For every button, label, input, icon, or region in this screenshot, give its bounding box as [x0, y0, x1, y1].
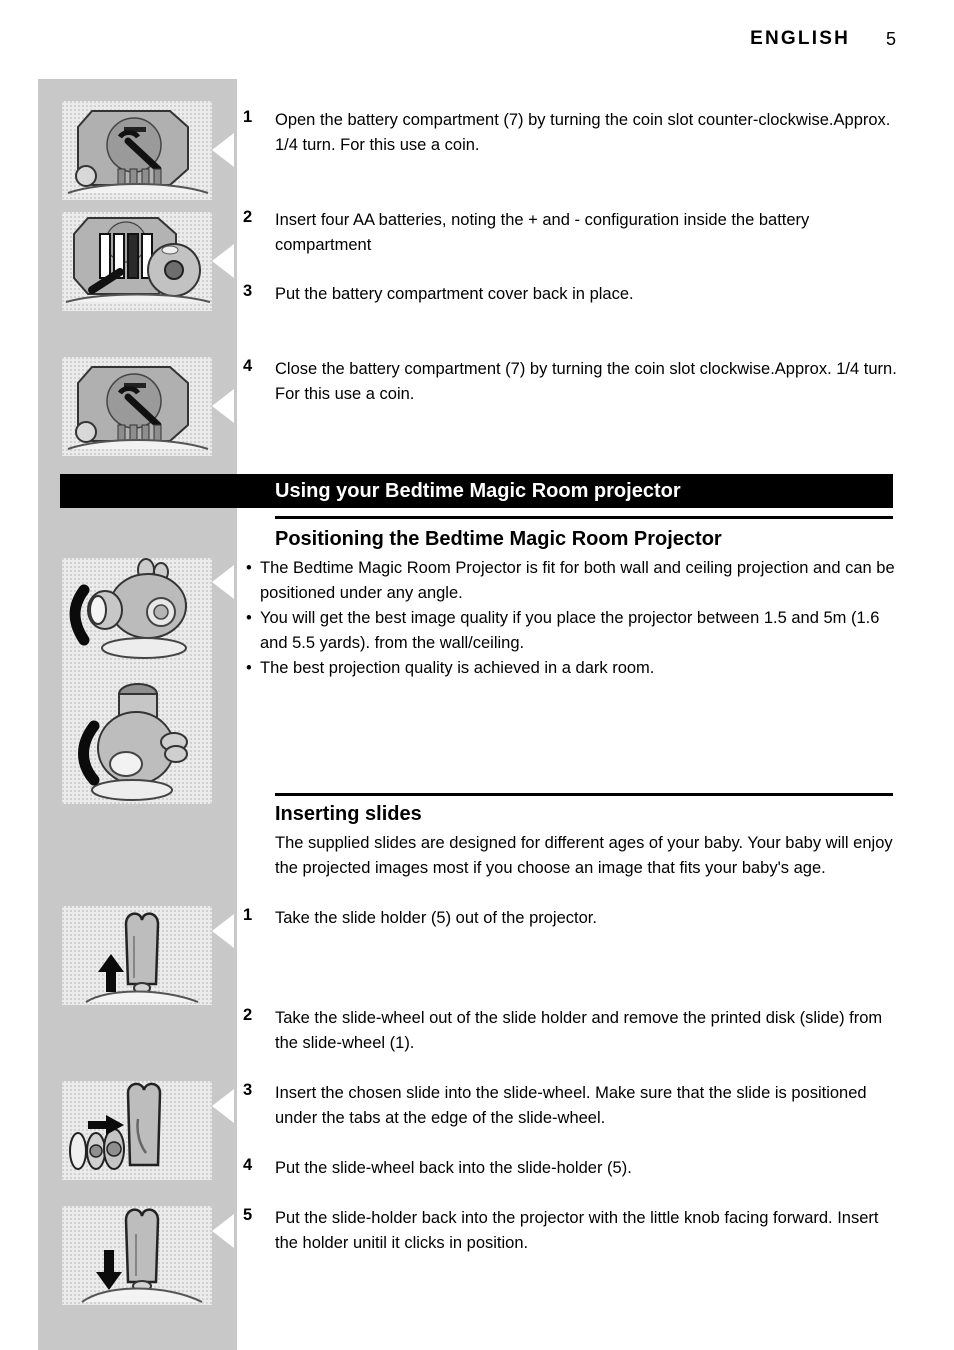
figure-artwork [62, 212, 212, 311]
step-text: Take the slide-wheel out of the slide ho… [275, 1009, 883, 1052]
slide-step-3: 3 Insert the chosen slide into the slide… [243, 1081, 898, 1131]
page-header: ENGLISH 5 [0, 28, 954, 58]
battery-compartment-close-illustration [62, 357, 212, 456]
slide-step-2: 2 Take the slide-wheel out of the slide … [243, 1006, 898, 1056]
step-number: 1 [243, 906, 253, 924]
figure-artwork [62, 1081, 212, 1180]
list-item: • The Bedtime Magic Room Projector is fi… [246, 556, 898, 606]
list-item-text: The Bedtime Magic Room Projector is fit … [260, 559, 895, 602]
step-text: Take the slide holder (5) out of the pro… [275, 909, 597, 927]
list-item: • You will get the best image quality if… [246, 606, 898, 656]
step-text: Put the slide-holder back into the proje… [275, 1209, 879, 1252]
battery-insert-illustration [62, 212, 212, 311]
slide-wheel-illustration [62, 1081, 212, 1180]
list-item-text: The best projection quality is achieved … [260, 659, 655, 677]
step-text: Insert the chosen slide into the slide-w… [275, 1084, 867, 1127]
page-number: 5 [885, 29, 896, 49]
inserting-slides-intro: The supplied slides are designed for dif… [275, 834, 893, 877]
slide-step-5: 5 Put the slide-holder back into the pro… [243, 1206, 898, 1256]
step-number: 2 [243, 208, 253, 226]
inserting-slides-heading: Inserting slides [275, 803, 422, 825]
list-item: • The best projection quality is achieve… [246, 656, 898, 681]
figure-artwork [62, 558, 212, 804]
section-banner-title: Using your Bedtime Magic Room projector [275, 480, 681, 502]
header-language-label: ENGLISH [750, 28, 850, 49]
bullet-marker: • [246, 559, 252, 577]
battery-step-1: 1 Open the battery compartment (7) by tu… [243, 108, 898, 158]
step-number: 4 [243, 357, 253, 375]
callout-pointer-step-4 [212, 389, 234, 423]
positioning-section-rule [275, 516, 893, 519]
callout-pointer-step-1 [212, 133, 234, 167]
step-number: 3 [243, 1081, 253, 1099]
list-item-text: You will get the best image quality if y… [260, 609, 880, 652]
battery-step-3: 3 Put the battery compartment cover back… [243, 282, 898, 307]
figure-artwork [62, 101, 212, 200]
figure-artwork [62, 1206, 212, 1305]
figure-artwork [62, 906, 212, 1005]
step-number: 5 [243, 1206, 253, 1224]
callout-pointer-slide-step-5 [212, 1214, 234, 1248]
callout-pointer-positioning [212, 565, 234, 599]
step-number: 2 [243, 1006, 253, 1024]
bullet-marker: • [246, 609, 252, 627]
step-number: 4 [243, 1156, 253, 1174]
manual-page: ENGLISH 5 1 Open the battery compartment… [0, 0, 954, 1350]
step-number: 1 [243, 108, 253, 126]
step-text: Put the slide-wheel back into the slide-… [275, 1159, 632, 1177]
battery-compartment-open-illustration [62, 101, 212, 200]
bullet-marker: • [246, 659, 252, 677]
section-banner: Using your Bedtime Magic Room projector [60, 474, 893, 508]
projector-positioning-illustration [62, 558, 212, 804]
battery-step-2: 2 Insert four AA batteries, noting the +… [243, 208, 898, 258]
callout-pointer-step-2 [212, 244, 234, 278]
figure-artwork [62, 357, 212, 456]
step-text: Put the battery compartment cover back i… [275, 285, 634, 303]
slide-step-4: 4 Put the slide-wheel back into the slid… [243, 1156, 898, 1181]
battery-step-4: 4 Close the battery compartment (7) by t… [243, 357, 898, 407]
callout-pointer-slide-step-3 [212, 1089, 234, 1123]
inserting-slides-section-rule [275, 793, 893, 796]
step-text: Open the battery compartment (7) by turn… [275, 111, 891, 154]
positioning-heading: Positioning the Bedtime Magic Room Proje… [275, 528, 722, 550]
callout-pointer-slide-step-1 [212, 914, 234, 948]
step-text: Insert four AA batteries, noting the + a… [275, 211, 810, 254]
positioning-bullet-list: • The Bedtime Magic Room Projector is fi… [246, 556, 898, 681]
step-text: Close the battery compartment (7) by tur… [275, 360, 897, 403]
slide-step-1: 1 Take the slide holder (5) out of the p… [243, 906, 898, 931]
step-number: 3 [243, 282, 253, 300]
slide-holder-remove-illustration [62, 906, 212, 1005]
slide-holder-insert-illustration [62, 1206, 212, 1305]
